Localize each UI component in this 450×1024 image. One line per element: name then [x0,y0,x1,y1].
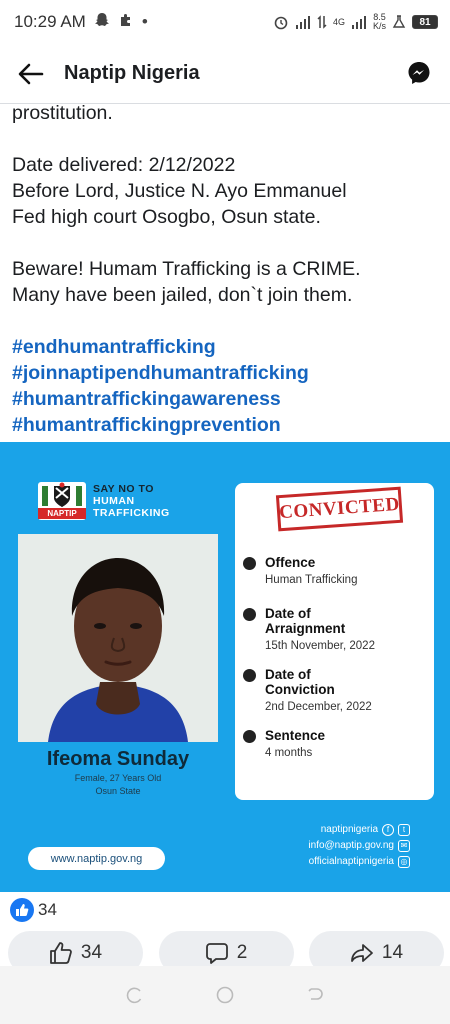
hashtag-link[interactable]: #humantraffickingawareness [12,386,442,412]
conviction-card: CONVICTED Offence Human Trafficking Date… [235,483,434,800]
detail-label: Offence [265,555,316,570]
bullet-icon [243,669,256,682]
social-row-instagram: officialnaptipnigeria ◎ [308,854,410,870]
facebook-icon: f [382,824,394,836]
comment-count: 2 [236,942,248,963]
reactions-summary[interactable]: 34 [10,898,57,922]
slogan-line-2: HUMAN [93,495,135,507]
coat-of-arms-icon [42,482,82,507]
portrait-illustration [18,534,218,742]
share-count: 14 [381,942,404,963]
social-links: naptipnigeria f t info@naptip.gov.ng ✉ o… [308,822,410,870]
social-handle: naptipnigeria [320,824,378,835]
speed-unit: K/s [372,21,386,31]
convict-meta: Female, 27 Years Old Osun State [18,772,218,798]
logo-text: NAPTIP [38,508,86,519]
bullet-icon [243,557,256,570]
convict-meta-line-1: Female, 27 Years Old [74,773,162,783]
detail-label: Date of Arraignment [265,606,346,636]
post-beware-line-1: Beware! Humam Trafficking is a CRIME. [12,258,361,280]
like-count: 34 [38,900,57,919]
slogan-line-3: TRAFFICKING [93,507,170,519]
recents-icon[interactable] [126,986,144,1004]
post-court-line-2: Fed high court Osogbo, Osun state. [12,206,321,228]
back-nav-icon[interactable] [306,986,324,1004]
convicted-stamp: CONVICTED [275,486,404,532]
status-time: 10:29 AM [14,12,86,31]
status-bar: 10:29 AM • 4G 8.5 K/s 81 [0,0,450,44]
snapchat-icon [94,12,110,33]
instagram-icon: ◎ [398,856,410,868]
convict-meta-line-2: Osun State [95,786,141,796]
like-button-count: 34 [80,942,103,963]
slogan: SAY NO TO HUMAN TRAFFICKING [93,483,170,519]
convict-name: Ifeoma Sunday [46,748,190,770]
alarm-icon [274,16,288,30]
detail-value: 4 months [265,747,313,759]
social-instagram: officialnaptipnigeria [308,856,394,867]
slogan-line-1: SAY NO TO [93,483,154,495]
messenger-button[interactable] [406,60,434,88]
detail-value: Human Trafficking [265,574,358,586]
system-nav-bar [0,966,450,1024]
detail-row: Date of Arraignment 15th November, 2022 [243,606,428,652]
social-row-handle: naptipnigeria f t [308,822,410,838]
convict-photo [18,534,218,742]
signal-icon [295,16,310,29]
social-email: info@naptip.gov.ng [308,840,394,851]
detail-label: Date of Conviction [265,667,335,697]
back-arrow-icon [18,63,44,84]
hashtag-link[interactable]: #endhumantrafficking [12,334,442,360]
naptip-logo: NAPTIP [38,482,86,520]
bullet-icon [243,608,256,621]
messenger-icon [408,61,430,84]
hashtag-link[interactable]: #joinnaptipendhumantrafficking [12,360,442,386]
detail-row: Sentence 4 months [243,728,428,759]
detail-row: Date of Conviction 2nd December, 2022 [243,667,428,713]
comment-icon [205,943,228,964]
post-beware-line-2: Many have been jailed, don`t join them. [12,284,353,306]
post-court-line-1: Before Lord, Justice N. Ayo Emmanuel [12,180,347,202]
twitter-icon: t [398,824,410,836]
battery-icon: 81 [412,15,438,29]
detail-row: Offence Human Trafficking [243,555,428,586]
network-speed: 8.5 K/s [373,13,386,31]
post-text: prostitution. Date delivered: 2/12/2022 … [12,100,442,438]
post-image[interactable]: NAPTIP SAY NO TO HUMAN TRAFFICKING Ifeom… [0,442,450,892]
post-date-line: Date delivered: 2/12/2022 [12,154,236,176]
share-icon [351,944,373,962]
page-title: Naptip Nigeria [64,62,200,84]
website-pill: www.naptip.gov.ng [28,847,165,870]
app-header: Naptip Nigeria [0,44,450,104]
back-button[interactable] [16,59,46,89]
puzzle-icon [118,12,134,33]
status-right: 4G 8.5 K/s 81 [273,13,438,31]
flask-icon [392,15,406,28]
data-transfer-icon [317,15,327,29]
bullet-icon [243,730,256,743]
network-type: 4G [332,16,345,27]
like-reaction-icon [10,898,34,922]
detail-value: 2nd December, 2022 [265,701,372,713]
home-icon[interactable] [216,986,234,1004]
thumbs-up-icon [50,942,72,964]
post-text-line: prostitution. [12,102,113,124]
social-row-email: info@naptip.gov.ng ✉ [308,838,410,854]
email-icon: ✉ [398,840,410,852]
dot-icon: • [141,12,148,31]
hashtag-link[interactable]: #humantraffickingprevention [12,412,442,438]
signal-icon-2 [351,16,366,29]
detail-label: Sentence [265,728,326,743]
detail-value: 15th November, 2022 [265,640,375,652]
